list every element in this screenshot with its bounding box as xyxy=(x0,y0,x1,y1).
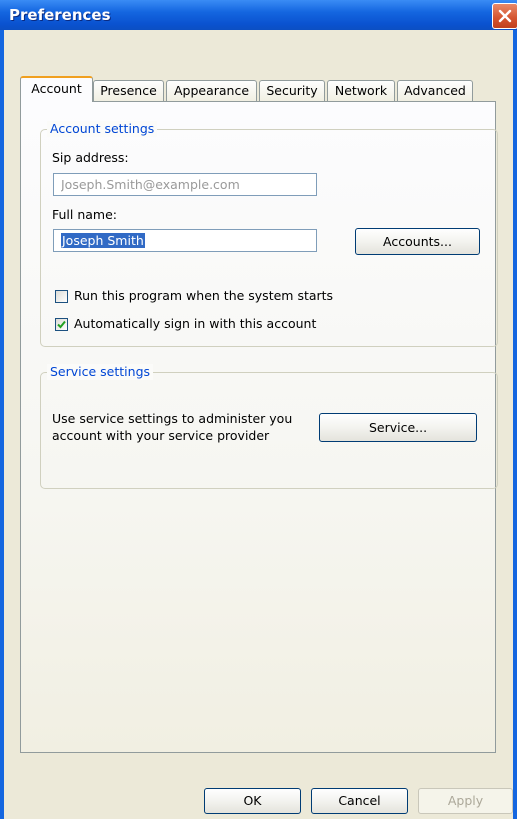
tab-account[interactable]: Account xyxy=(20,76,93,102)
accounts-button-label: Accounts... xyxy=(383,234,452,249)
tab-advanced[interactable]: Advanced xyxy=(397,80,473,101)
auto-sign-in-label[interactable]: Automatically sign in with this account xyxy=(74,316,316,331)
account-settings-legend: Account settings xyxy=(47,121,158,137)
title-bar[interactable]: Preferences xyxy=(0,0,517,30)
tab-label: Presence xyxy=(100,83,157,98)
run-on-startup-checkbox[interactable] xyxy=(55,290,68,303)
accounts-button[interactable]: Accounts... xyxy=(355,228,480,255)
service-button-label: Service... xyxy=(368,420,428,435)
auto-sign-in-checkbox[interactable] xyxy=(55,318,68,331)
full-name-selection: Joseph Smith xyxy=(61,233,145,248)
ok-button[interactable]: OK xyxy=(204,788,301,814)
apply-button-label: Apply xyxy=(447,793,484,808)
tab-presence[interactable]: Presence xyxy=(93,80,164,101)
close-icon xyxy=(498,9,512,23)
sip-address-input[interactable] xyxy=(54,174,316,195)
apply-button[interactable]: Apply xyxy=(418,788,513,814)
tab-label: Security xyxy=(266,83,318,98)
ok-button-label: OK xyxy=(243,793,262,808)
close-button[interactable] xyxy=(492,3,517,29)
tab-network[interactable]: Network xyxy=(327,80,395,101)
window-title: Preferences xyxy=(9,6,111,24)
cancel-button-label: Cancel xyxy=(338,793,381,808)
service-settings-legend: Service settings xyxy=(47,364,154,380)
service-description-line2: account with your service provider xyxy=(52,428,270,443)
tab-label: Appearance xyxy=(173,83,250,98)
tab-appearance[interactable]: Appearance xyxy=(166,80,257,101)
preferences-window: Preferences Account Presence Appearance … xyxy=(0,0,517,819)
full-name-field[interactable]: Joseph Smith xyxy=(53,229,317,252)
checkmark-icon xyxy=(57,320,66,329)
service-description-line1: Use service settings to administer you xyxy=(52,411,293,426)
window-border-right xyxy=(513,30,517,819)
tab-label: Network xyxy=(334,83,388,98)
window-border-left xyxy=(0,30,4,819)
run-on-startup-label[interactable]: Run this program when the system starts xyxy=(74,288,333,303)
tab-panel-account: Account settings Sip address: Full name:… xyxy=(20,101,498,753)
tab-label: Account xyxy=(31,81,82,96)
tab-label: Advanced xyxy=(404,83,466,98)
service-button[interactable]: Service... xyxy=(319,413,477,442)
full-name-label: Full name: xyxy=(52,207,118,222)
full-name-value: Joseph Smith xyxy=(61,233,145,248)
cancel-button[interactable]: Cancel xyxy=(311,788,408,814)
sip-address-field[interactable] xyxy=(53,173,317,196)
tab-security[interactable]: Security xyxy=(259,80,325,101)
sip-address-label: Sip address: xyxy=(52,150,129,165)
